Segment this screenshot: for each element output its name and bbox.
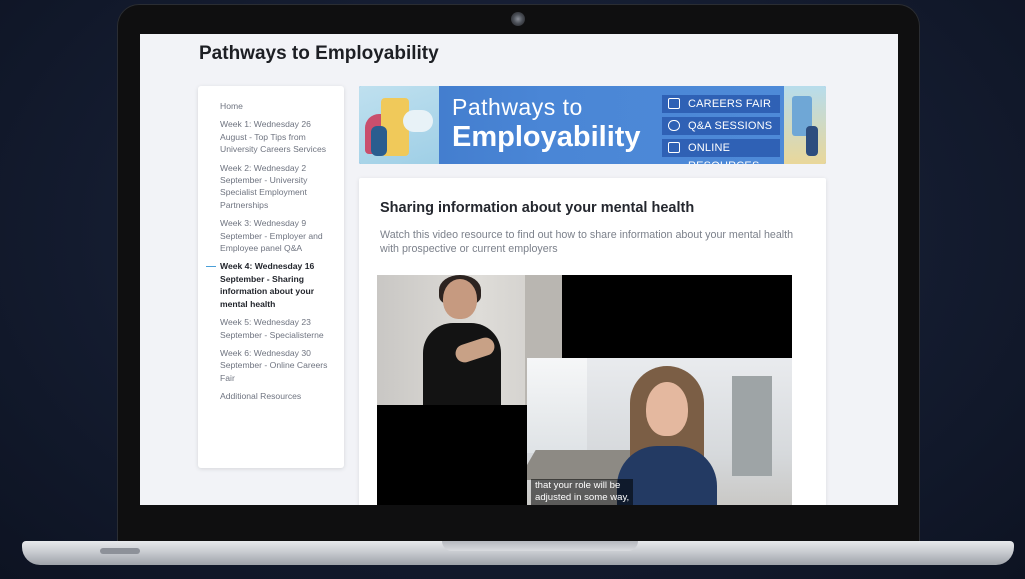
- laptop-base: [22, 541, 1014, 565]
- banner-pill-qa-sessions: Q&A SESSIONS: [662, 117, 780, 135]
- banner-pill-online-resources: ONLINE RESOURCES: [662, 139, 780, 164]
- monitor-icon: [668, 142, 680, 153]
- content-title: Sharing information about your mental he…: [380, 200, 695, 216]
- banner-pill-label: ONLINE RESOURCES: [688, 142, 759, 164]
- browser-screen: Pathways to Employability Home Week 1: W…: [140, 34, 898, 505]
- content-description: Watch this video resource to find out ho…: [380, 229, 794, 255]
- video-player[interactable]: that your role will be adjusted in some …: [377, 275, 792, 505]
- banner-illustration-right: [784, 86, 826, 164]
- content-card: Sharing information about your mental he…: [359, 178, 826, 505]
- webcam-icon: [511, 12, 525, 26]
- video-black-area: [377, 405, 527, 505]
- sidebar-item-additional-resources[interactable]: Additional Resources: [220, 390, 334, 402]
- banner-title-line1: Pathways to: [452, 94, 583, 120]
- laptop-vent: [100, 548, 140, 554]
- page-title: Pathways to Employability: [199, 43, 439, 64]
- hero-banner: Pathways to Employability CAREERS FAIR Q…: [359, 86, 826, 164]
- sidebar-item-week-2[interactable]: Week 2: Wednesday 2 September - Universi…: [220, 162, 334, 212]
- sidebar-item-home[interactable]: Home: [220, 100, 334, 112]
- sidebar-item-week-4[interactable]: Week 4: Wednesday 16 September - Sharing…: [206, 260, 334, 310]
- banner-title-line2: Employability: [452, 121, 641, 153]
- banner-illustration-left: [359, 86, 439, 164]
- sidebar-item-week-3[interactable]: Week 3: Wednesday 9 September - Employer…: [220, 217, 334, 254]
- chat-icon: [668, 120, 680, 131]
- calendar-icon: [668, 98, 680, 109]
- caption-line-2: adjusted in some way,: [535, 492, 630, 503]
- sidebar-item-week-6[interactable]: Week 6: Wednesday 30 September - Online …: [220, 347, 334, 384]
- banner-pill-label: CAREERS FAIR: [688, 98, 772, 110]
- sidebar-nav: Home Week 1: Wednesday 26 August - Top T…: [198, 86, 344, 468]
- caption-line-1: that your role will be: [535, 480, 621, 491]
- sidebar-item-week-5[interactable]: Week 5: Wednesday 23 September - Special…: [220, 316, 334, 341]
- sidebar-item-week-1[interactable]: Week 1: Wednesday 26 August - Top Tips f…: [220, 118, 334, 155]
- banner-pill-careers-fair: CAREERS FAIR: [662, 95, 780, 113]
- banner-pill-label: Q&A SESSIONS: [688, 120, 773, 132]
- video-caption: that your role will be adjusted in some …: [531, 479, 634, 505]
- laptop-notch: [442, 541, 638, 551]
